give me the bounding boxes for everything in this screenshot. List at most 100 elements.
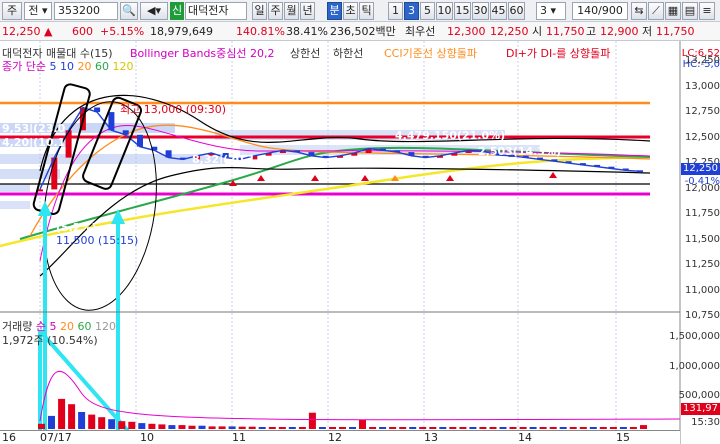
table-icon[interactable]: ▤ [682, 2, 698, 20]
volume-bar [569, 427, 577, 429]
volume-bar [640, 425, 647, 429]
change-percent: +5.15% [100, 25, 145, 38]
interval-10[interactable]: 10 [436, 2, 453, 20]
interval-3[interactable]: 3 [404, 2, 419, 20]
high-price-label: 최고 13,000 (09:30) [120, 103, 227, 116]
ma-legend-60: 60 [94, 60, 109, 73]
volume-bar [459, 427, 467, 429]
interval-60[interactable]: 60 [508, 2, 525, 20]
volume-bar [359, 419, 366, 429]
volume-bar [519, 427, 527, 429]
signal-arrow [257, 175, 265, 181]
volume-bar [329, 427, 336, 429]
code-prefix-select[interactable]: 주 [2, 2, 22, 20]
toolbar: 주 전 ▾ 353200 🔍 ◀▾ 신 대덕전자 일 주 월 년 분 초 틱 1… [0, 0, 720, 22]
time-badge: 15:30 [691, 417, 720, 428]
market-select-value: 전 [28, 4, 39, 17]
date-label: 12 [328, 431, 342, 444]
volume-legend-title: 거래량 [2, 320, 33, 333]
count-select[interactable]: 3 ▾ [536, 2, 566, 20]
volume-bar [379, 427, 387, 429]
settings-icon[interactable]: ≡ [699, 2, 715, 20]
high-price: 12,900 [600, 25, 639, 38]
volume-value: 18,979,649 [150, 25, 213, 38]
trade-amount: 236,502백만 [330, 25, 396, 38]
volume-bar [489, 427, 497, 429]
volume-profile-label: 4,20|(10.1 [2, 136, 66, 149]
period-day[interactable]: 일 [252, 2, 267, 20]
volume-legend-label: 순 [35, 320, 46, 333]
price-badge: 12,250 [681, 163, 720, 175]
volume-bar [258, 427, 266, 429]
line-icon[interactable]: ⟋ [648, 2, 664, 20]
low-price-label: 11,500 (15:15) [56, 234, 139, 247]
price-badge-percent: -0.41% [684, 176, 720, 187]
volume-bar [158, 424, 166, 429]
market-select[interactable]: 전 ▾ [24, 2, 52, 20]
bollinger-legend: Bollinger Bands중심선 20,2 [130, 47, 275, 60]
period-month[interactable]: 월 [284, 2, 299, 20]
overlay-icon[interactable]: ▦ [665, 2, 681, 20]
volume-profile-label: 9,53|(23.0 [2, 122, 66, 135]
up-arrow-icon: ▲ [44, 25, 53, 38]
best-ask: 12,300 [447, 25, 486, 38]
volume-bar [579, 427, 587, 429]
period-tick[interactable]: 틱 [359, 2, 374, 20]
volume-bar [98, 417, 106, 429]
stock-name: 대덕전자 [185, 2, 247, 20]
volume-bar [469, 427, 477, 429]
interval-5[interactable]: 5 [420, 2, 435, 20]
chart-area[interactable]: 대덕전자 매물대 수(15) Bollinger Bands중심선 20,2 상… [0, 41, 720, 444]
price-axis-label: 12,750 [685, 106, 720, 117]
interval-1[interactable]: 1 [388, 2, 403, 20]
compare-icon[interactable]: ⇆ [631, 2, 647, 20]
count-select-value: 3 [540, 4, 547, 17]
period-year[interactable]: 년 [300, 2, 315, 20]
best-quote-label: 최우선 [405, 25, 436, 38]
volume-profile-bar [0, 184, 30, 192]
ma-legend-5: 5 [49, 60, 57, 73]
volume-bar [429, 427, 437, 429]
volume-bar [78, 412, 86, 429]
code-input[interactable]: 353200 [54, 2, 118, 20]
bollinger-upper-legend: 상한선 [290, 47, 321, 60]
search-icon[interactable]: 🔍 [120, 2, 138, 20]
volume-bar [38, 423, 45, 429]
price-axis-label: 13,000 [685, 80, 720, 92]
period-second[interactable]: 초 [343, 2, 358, 20]
credit-badge: 신 [170, 2, 184, 20]
volume-bar [268, 427, 276, 429]
speaker-icon[interactable]: ◀▾ [140, 2, 168, 20]
interval-45[interactable]: 45 [490, 2, 507, 20]
volume-bar [178, 425, 186, 429]
date-label: 13 [424, 431, 438, 444]
volume-bar [399, 427, 407, 429]
change-value: 600 [72, 25, 93, 38]
interval-30[interactable]: 30 [472, 2, 489, 20]
volume-bar [168, 425, 176, 429]
volume-profile-label: 2,503(14.3%) [478, 145, 562, 158]
current-price: 12,250 [2, 25, 41, 38]
volume-bar [349, 427, 356, 429]
volume-bar [559, 427, 567, 429]
volume-bar [108, 419, 116, 429]
period-minute[interactable]: 분 [327, 2, 342, 20]
price-axis-label: 11,000 [685, 284, 720, 296]
volume-bar [609, 427, 617, 429]
volume-profile-label: 8,32|(20.1 [192, 153, 256, 166]
count-input[interactable]: 140/900 [572, 2, 628, 20]
interval-15[interactable]: 15 [454, 2, 471, 20]
low-price: 11,750 [656, 25, 695, 38]
volume-bar [369, 427, 377, 429]
volume-bar [539, 427, 547, 429]
volume-bar [339, 427, 346, 429]
volume-bar [88, 414, 96, 429]
date-label: 07/17 [40, 431, 72, 444]
period-week[interactable]: 주 [268, 2, 283, 20]
volume-bar [248, 426, 256, 429]
volume-bar [228, 426, 236, 429]
date-label: 16 [2, 431, 16, 444]
volume-badge: 131,97 [681, 403, 720, 415]
volume-bar [148, 423, 156, 429]
price-axis-label: 12,500 [685, 131, 720, 143]
